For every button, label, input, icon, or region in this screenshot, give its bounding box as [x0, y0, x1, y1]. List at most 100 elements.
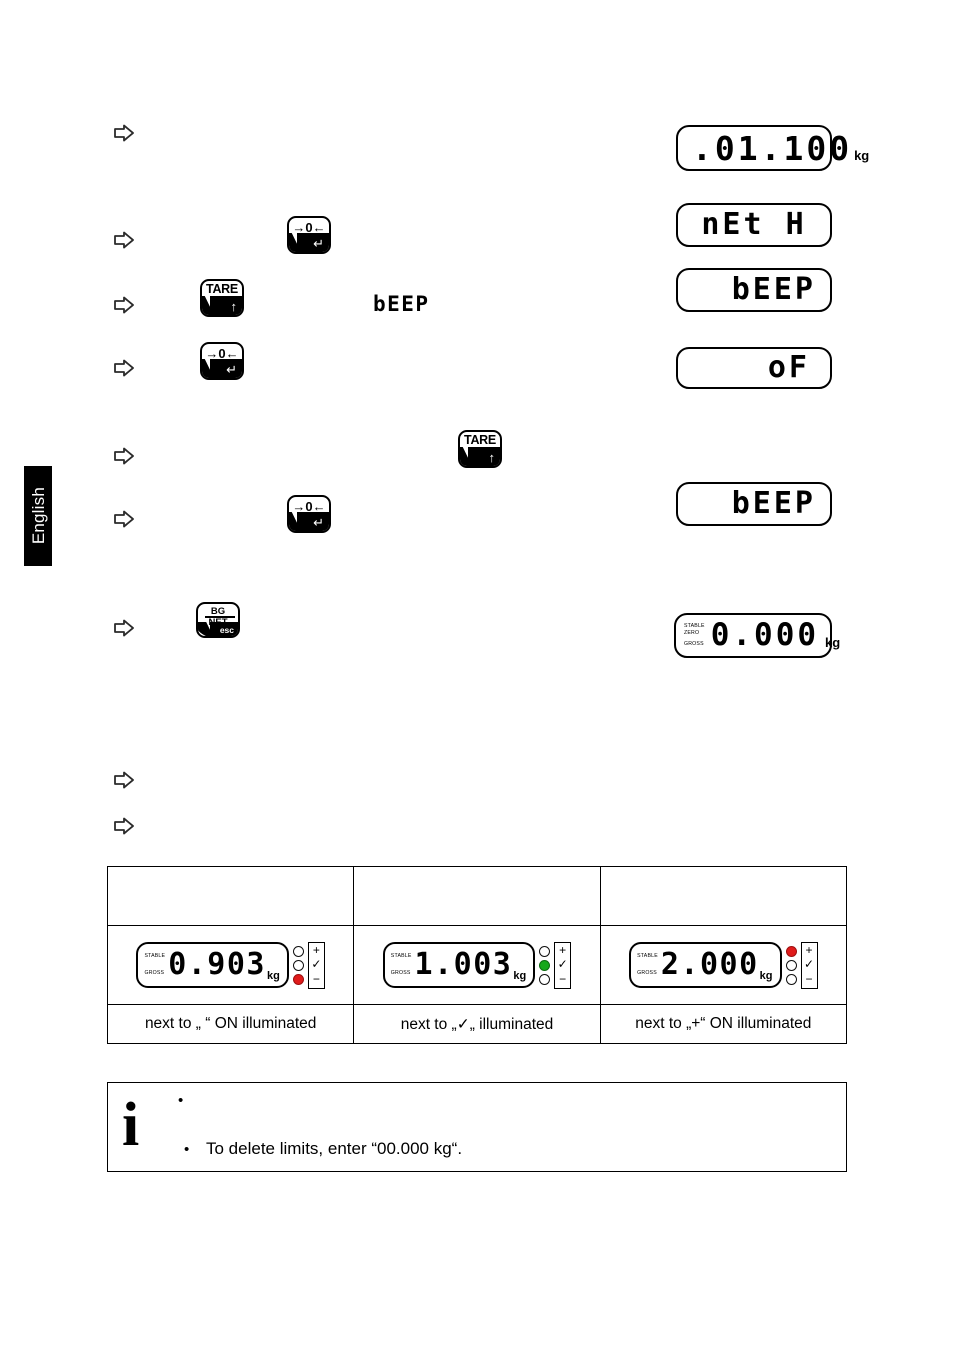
lcd-display-step1: .01.100 kg: [676, 125, 869, 171]
flag-zero: ZERO: [684, 630, 700, 637]
mini-lcd-value: 0.903: [168, 947, 266, 982]
info-icon: i: [122, 1091, 140, 1159]
mini-scale-over: STABLE GROSS 2.000 kg + ✓ −: [629, 941, 818, 989]
list-item: • To delete limits, enter “00.000 kg“.: [178, 1139, 836, 1169]
enter-icon: ↵: [226, 362, 237, 377]
mini-lcd-flags: STABLE GROSS: [144, 953, 165, 977]
flag-gross: GROSS: [684, 640, 704, 647]
step-arrow-5: [113, 445, 135, 467]
mini-lcd-unit: kg: [759, 970, 773, 982]
zero-key-label: →0←: [292, 220, 326, 235]
tare-key-step3[interactable]: TARE ↑: [200, 279, 244, 317]
zero-enter-key-step6[interactable]: →0← ↵: [287, 495, 331, 533]
led-minus: [785, 973, 797, 985]
tare-key-step5[interactable]: TARE ↑: [458, 430, 502, 468]
flag-gross: GROSS: [390, 969, 411, 976]
led-column: [539, 945, 551, 986]
table-header-row: [106, 866, 848, 926]
symbol-check: ✓: [311, 957, 322, 971]
led-minus: [539, 973, 551, 985]
table-row: STABLE GROSS 0.903 kg + ✓ −: [106, 925, 355, 1005]
led-column: [785, 945, 797, 986]
step-arrow-6: [113, 508, 135, 530]
lcd-display-step6: bEEP: [676, 482, 832, 526]
mini-lcd: STABLE GROSS 1.003 kg: [382, 942, 536, 988]
table-row: STABLE GROSS 2.000 kg + ✓ −: [599, 925, 848, 1005]
step-arrow-4: [113, 357, 135, 379]
symbol-legend: + ✓ −: [800, 941, 818, 989]
list-item: •: [178, 1091, 836, 1121]
step-arrow-7: [113, 617, 135, 639]
note-text-2: To delete limits, enter “00.000 kg“.: [206, 1139, 463, 1158]
zero-key-label: →0←: [205, 346, 239, 361]
net-label: NET: [208, 617, 228, 628]
table-header-cell-3: [599, 866, 848, 926]
step-arrow-3: [113, 294, 135, 316]
flag-stable: STABLE: [144, 953, 166, 959]
symbol-legend: + ✓ −: [554, 941, 572, 989]
enter-icon: ↵: [313, 515, 324, 530]
zero-enter-key-step2[interactable]: →0← ↵: [287, 216, 331, 254]
mini-lcd-flags: STABLE GROSS: [637, 953, 658, 977]
limit-results-table: STABLE GROSS 0.903 kg + ✓ − STABLE GROSS…: [106, 866, 848, 1044]
symbol-legend: + ✓ −: [307, 941, 325, 989]
lcd-value: oF: [767, 350, 810, 385]
flag-gross: GROSS: [144, 969, 165, 976]
inline-beep-label: bEEP: [373, 292, 430, 316]
zero-key-label: →0←: [292, 499, 326, 514]
table-caption-row: next to „ “ ON illuminated next to „✓„ i…: [106, 1004, 848, 1044]
tare-key-label: TARE: [206, 282, 238, 296]
language-tab-label: English: [28, 487, 48, 545]
symbol-minus: −: [312, 971, 320, 986]
symbol-check: ✓: [557, 957, 568, 971]
step-arrow-8: [113, 769, 135, 791]
table-header-cell-1: [106, 866, 355, 926]
lcd-status-flags: STABLE ZERO GROSS: [684, 623, 705, 649]
lcd-unit: kg: [825, 635, 841, 650]
mini-scale-ok: STABLE GROSS 1.003 kg + ✓ −: [382, 941, 572, 989]
flag-stable: STABLE: [684, 622, 705, 629]
symbol-minus: −: [559, 971, 567, 986]
led-ok: [539, 959, 551, 971]
caption-over: next to „+“ ON illuminated: [599, 1004, 848, 1044]
bg-net-esc-key-step7[interactable]: BG NET esc: [196, 602, 240, 638]
step-arrow-9: [113, 815, 135, 837]
mini-lcd: STABLE GROSS 2.000 kg: [629, 942, 782, 988]
bullet-icon: •: [178, 1092, 184, 1109]
mini-lcd-value: 1.003: [414, 947, 513, 982]
key-wedge: [468, 447, 500, 466]
caption-under: next to „ “ ON illuminated: [106, 1004, 355, 1044]
mini-scale-under: STABLE GROSS 0.903 kg + ✓ −: [136, 941, 325, 989]
table-display-row: STABLE GROSS 0.903 kg + ✓ − STABLE GROSS…: [106, 925, 848, 1005]
language-tab: English: [24, 466, 52, 566]
info-note-list: • • To delete limits, enter “00.000 kg“.: [178, 1091, 836, 1169]
lcd-value: bEEP: [731, 272, 816, 307]
led-plus: [785, 945, 797, 957]
enter-icon: ↵: [313, 236, 324, 251]
mini-lcd-flags: STABLE GROSS: [391, 953, 412, 977]
table-header-cell-2: [353, 866, 601, 926]
led-column: [292, 945, 304, 986]
mini-lcd-unit: kg: [267, 970, 280, 982]
step-arrow-2: [113, 229, 135, 251]
info-note-box: i • • To delete limits, enter “00.000 kg…: [107, 1082, 847, 1172]
lcd-display-step7: STABLE ZERO GROSS 0.000 kg: [674, 613, 840, 658]
symbol-check: ✓: [803, 957, 815, 971]
mini-lcd-unit: kg: [513, 970, 527, 982]
zero-enter-key-step4[interactable]: →0← ↵: [200, 342, 244, 380]
lcd-value: 0.000: [710, 617, 820, 653]
lcd-value: nEt H: [701, 207, 807, 242]
lcd-display-step2: nEt H: [676, 203, 832, 247]
lcd-value: .01.100: [692, 128, 853, 168]
up-arrow-icon: ↑: [230, 299, 238, 314]
flag-stable: STABLE: [390, 953, 412, 959]
mini-lcd-value: 2.000: [660, 947, 759, 982]
led-plus: [292, 945, 304, 957]
led-plus: [539, 945, 551, 957]
lcd-unit: kg: [854, 148, 870, 163]
led-minus: [292, 973, 304, 985]
caption-ok: next to „✓„ illuminated: [353, 1004, 601, 1044]
step-arrow-1: [113, 122, 135, 144]
led-ok: [785, 959, 797, 971]
tare-key-label: TARE: [464, 433, 496, 447]
